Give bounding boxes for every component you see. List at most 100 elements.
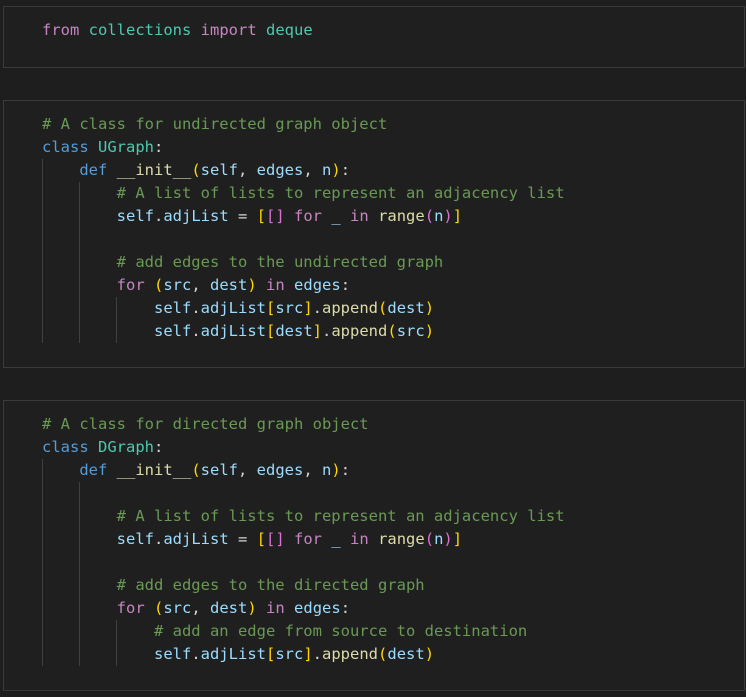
code-token: from: [42, 21, 80, 39]
code-cell-dgraph[interactable]: # A class for directed graph object class…: [3, 400, 745, 691]
code-token: (: [154, 599, 164, 617]
code-token: ): [424, 322, 435, 340]
code-token: :: [154, 438, 164, 456]
code-token: for: [294, 207, 323, 225]
code-token: edges: [256, 161, 304, 179]
code-token: ): [247, 276, 257, 294]
code-line: self.adjList[src].append(dest): [42, 297, 744, 320]
code-token: # A list of lists to represent an adjace…: [116, 184, 565, 202]
code-line: # add edges to the undirected graph: [42, 251, 744, 274]
code-token: adjList: [163, 207, 229, 225]
code-token: n: [322, 161, 332, 179]
code-token: append: [322, 645, 379, 663]
code-line: # A list of lists to represent an adjace…: [42, 182, 744, 205]
code-token: ,: [191, 599, 211, 617]
code-token: ,: [191, 276, 211, 294]
code-token: for: [116, 599, 145, 617]
code-token: .: [312, 299, 323, 317]
code-editor[interactable]: from collections import deque: [42, 19, 744, 42]
code-token: for: [116, 276, 145, 294]
code-token: .: [191, 299, 201, 317]
code-line: def __init__(self, edges, n):: [42, 159, 744, 182]
code-line: self.adjList = [[] for _ in range(n)]: [42, 205, 744, 228]
code-token: self: [116, 530, 154, 548]
code-token: :: [340, 161, 351, 179]
code-token: self: [116, 207, 154, 225]
code-token: ]: [303, 645, 313, 663]
code-token: [: [265, 299, 276, 317]
code-token: (: [191, 161, 201, 179]
code-token: def: [79, 461, 108, 479]
code-line: from collections import deque: [42, 19, 744, 42]
code-token: ): [331, 461, 341, 479]
code-token: edges: [256, 461, 304, 479]
code-editor[interactable]: # A class for directed graph object class…: [42, 413, 744, 666]
code-editor[interactable]: # A class for undirected graph object cla…: [42, 113, 744, 343]
code-line: for (src, dest) in edges:: [42, 274, 744, 297]
code-token: ): [247, 599, 257, 617]
code-token: # add edges to the directed graph: [116, 576, 425, 594]
code-token: self: [153, 645, 192, 663]
code-token: :: [154, 138, 164, 156]
code-token: [: [256, 207, 266, 225]
code-token: class: [42, 138, 89, 156]
code-token: .: [153, 530, 164, 548]
code-token: in: [266, 599, 285, 617]
code-line: class UGraph:: [42, 136, 744, 159]
code-token: (: [154, 276, 164, 294]
code-token: in: [350, 207, 369, 225]
code-line: # A list of lists to represent an adjace…: [42, 505, 744, 528]
code-token: DGraph: [98, 438, 155, 456]
code-line: # A class for directed graph object: [42, 413, 744, 436]
code-token: range: [378, 207, 425, 225]
code-token: ): [424, 299, 435, 317]
code-cell-imports[interactable]: from collections import deque: [3, 6, 745, 68]
code-token: append: [322, 299, 379, 317]
code-token: _: [331, 530, 341, 548]
code-token: deque: [266, 21, 313, 39]
code-cell-ugraph[interactable]: # A class for undirected graph object cla…: [3, 100, 745, 368]
code-token: []: [266, 207, 285, 225]
code-token: adjList: [200, 299, 266, 317]
code-token: import: [200, 21, 257, 39]
code-token: ): [331, 161, 341, 179]
code-token: :: [340, 276, 351, 294]
code-line: self.adjList[dest].append(src): [42, 320, 744, 343]
code-token: []: [266, 530, 285, 548]
code-token: .: [191, 645, 201, 663]
code-token: (: [191, 461, 201, 479]
code-token: # A class for directed graph object: [42, 415, 369, 433]
code-token: adjList: [200, 645, 266, 663]
code-token: collections: [88, 21, 192, 39]
code-token: self: [153, 299, 192, 317]
code-token: n: [322, 461, 332, 479]
code-token: edges: [294, 276, 341, 294]
code-token: src: [163, 599, 192, 617]
code-token: __init__: [116, 461, 192, 479]
code-token: (: [387, 322, 397, 340]
code-token: ]: [452, 207, 463, 225]
code-token: (: [378, 645, 388, 663]
code-token: src: [163, 276, 192, 294]
code-line: class DGraph:: [42, 436, 744, 459]
code-token: dest: [210, 276, 248, 294]
